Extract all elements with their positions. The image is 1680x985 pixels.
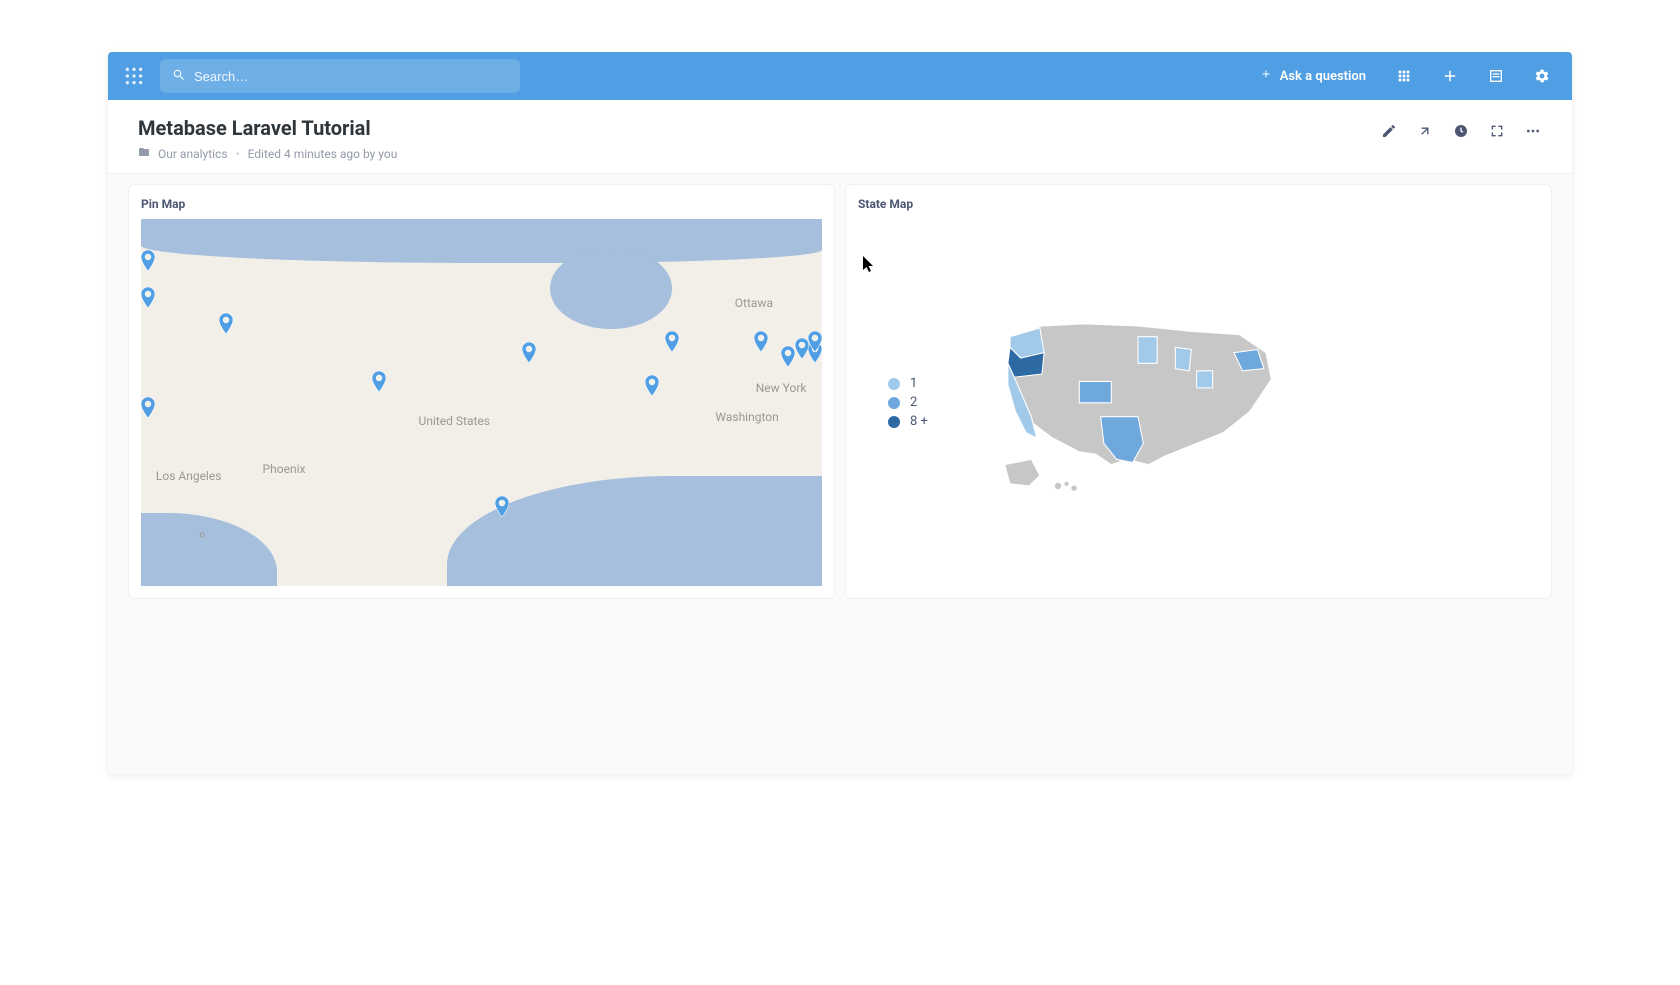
breadcrumb: Our analytics • Edited 4 minutes ago by … xyxy=(138,146,397,161)
card-title: State Map xyxy=(858,197,1539,211)
dashboard-body: Pin Map Ottawa New York Washington Unite… xyxy=(108,174,1572,774)
legend-swatch xyxy=(888,397,900,409)
page-title: Metabase Laravel Tutorial xyxy=(138,116,397,140)
us-choropleth-map[interactable] xyxy=(978,294,1298,511)
search-box[interactable] xyxy=(160,59,520,93)
map-pin[interactable] xyxy=(141,250,155,270)
map-pin[interactable] xyxy=(645,375,659,395)
map-label-phoenix: Phoenix xyxy=(263,462,306,476)
map-label-ottawa: Ottawa xyxy=(735,296,773,310)
map-label-washington: Washington xyxy=(715,410,778,424)
map-pin[interactable] xyxy=(522,342,536,362)
more-icon[interactable] xyxy=(1524,122,1542,140)
map-pin[interactable] xyxy=(372,371,386,391)
map-label-circle: o xyxy=(199,529,205,540)
map-pin[interactable] xyxy=(219,313,233,333)
share-arrow-icon[interactable] xyxy=(1416,122,1434,140)
data-reference-icon[interactable] xyxy=(1480,60,1512,92)
legend-label: 8 + xyxy=(910,414,928,429)
map-pin[interactable] xyxy=(754,331,768,351)
legend-item: 8 + xyxy=(888,414,928,429)
legend-item: 1 xyxy=(888,376,928,391)
legend-label: 2 xyxy=(910,395,917,410)
map-label-us: United States xyxy=(419,414,490,428)
metabase-logo-icon[interactable] xyxy=(122,64,146,88)
page-actions xyxy=(1380,116,1542,140)
pin-map-card[interactable]: Pin Map Ottawa New York Washington Unite… xyxy=(128,184,835,599)
ask-question-button[interactable]: Ask a question xyxy=(1252,68,1374,84)
folder-icon xyxy=(138,146,150,161)
legend-swatch xyxy=(888,378,900,390)
fullscreen-icon[interactable] xyxy=(1488,122,1506,140)
gear-icon[interactable] xyxy=(1526,60,1558,92)
map-pin[interactable] xyxy=(665,331,679,351)
separator: • xyxy=(236,147,240,161)
map-pin[interactable] xyxy=(795,338,809,358)
grid-menu-icon[interactable] xyxy=(1388,60,1420,92)
plus-icon xyxy=(1260,68,1272,84)
map-pin[interactable] xyxy=(141,397,155,417)
map-pin[interactable] xyxy=(495,496,509,516)
map-label-newyork: New York xyxy=(756,381,807,395)
cursor-icon xyxy=(863,256,875,272)
search-input[interactable] xyxy=(194,69,508,84)
ask-question-label: Ask a question xyxy=(1280,69,1366,84)
legend-label: 1 xyxy=(910,376,917,391)
map-pin[interactable] xyxy=(808,331,822,351)
legend-swatch xyxy=(888,416,900,428)
legend: 1 2 8 + xyxy=(888,376,928,429)
clock-icon[interactable] xyxy=(1452,122,1470,140)
pencil-icon[interactable] xyxy=(1380,122,1398,140)
collection-link[interactable]: Our analytics xyxy=(158,147,228,161)
app-window: Ask a question Metabase Laravel Tutorial… xyxy=(108,52,1572,774)
card-title: Pin Map xyxy=(141,197,822,211)
map-pin[interactable] xyxy=(781,346,795,366)
map-pin[interactable] xyxy=(141,287,155,307)
topbar: Ask a question xyxy=(108,52,1572,100)
search-icon xyxy=(172,67,186,86)
legend-item: 2 xyxy=(888,395,928,410)
add-icon[interactable] xyxy=(1434,60,1466,92)
state-map-card[interactable]: State Map 1 2 8 + xyxy=(845,184,1552,599)
pin-map-canvas[interactable]: Ottawa New York Washington United States… xyxy=(141,219,822,586)
page-header: Metabase Laravel Tutorial Our analytics … xyxy=(108,100,1572,174)
map-label-la: Los Angeles xyxy=(156,469,222,483)
edited-text: Edited 4 minutes ago by you xyxy=(248,147,398,161)
